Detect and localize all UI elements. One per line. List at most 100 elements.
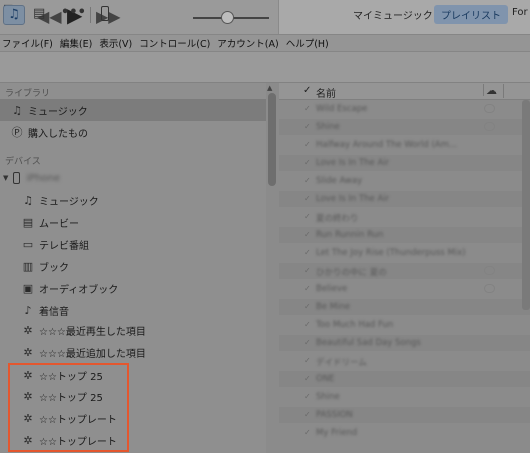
row-checkbox[interactable]: ✓	[304, 392, 311, 401]
column-header-name[interactable]: 名前	[316, 85, 336, 100]
cloud-status-icon	[484, 122, 495, 131]
song-name: ONE	[316, 374, 335, 384]
table-row[interactable]: ✓ Slide Away	[279, 173, 530, 189]
row-checkbox[interactable]: ✓	[304, 410, 311, 419]
song-name: My Friend	[316, 428, 358, 438]
sidebar-item-device[interactable]: ▼ iPhone	[0, 167, 266, 189]
tab-playlist[interactable]: プレイリスト	[434, 5, 508, 24]
table-row[interactable]: ✓ デイドリーム	[279, 353, 530, 369]
cloud-status-icon	[484, 266, 495, 275]
music-note-icon: ♫	[12, 103, 22, 117]
column-header-check[interactable]: ✓	[303, 85, 311, 96]
smart-playlist-gear-icon: ✲	[23, 345, 33, 359]
menu-bar: ファイル(F) 編集(E) 表示(V) コントロール(C) アカウント(A) ヘ…	[0, 34, 530, 52]
song-name: Let The Joy Rise (Thunderpuss Mix)	[316, 248, 466, 258]
row-checkbox[interactable]: ✓	[304, 428, 311, 437]
sidebar-item-label: ミュージック	[28, 106, 88, 118]
menu-controls[interactable]: コントロール(C)	[139, 36, 210, 50]
table-row[interactable]: ✓ PASSION	[279, 407, 530, 423]
book-icon: ▥	[22, 259, 34, 273]
menu-account[interactable]: アカウント(A)	[217, 36, 278, 50]
sidebar-item-movies[interactable]: ▤ ムービー	[0, 211, 266, 233]
table-row[interactable]: ✓ Run Runnin Run	[279, 227, 530, 243]
device-icon[interactable]	[101, 6, 109, 21]
table-row[interactable]: ✓ Believe	[279, 281, 530, 297]
table-row[interactable]: ✓ Love Is In The Air	[279, 155, 530, 171]
list-scrollbar-thumb[interactable]	[522, 100, 530, 310]
sidebar-item-tones[interactable]: ♪ 着信音	[0, 299, 266, 321]
row-checkbox[interactable]: ✓	[304, 158, 311, 167]
menu-view[interactable]: 表示(V)	[99, 36, 132, 50]
sidebar-scrollbar-thumb[interactable]	[268, 93, 276, 186]
sidebar-item-label: 購入したもの	[28, 128, 88, 140]
row-checkbox[interactable]: ✓	[304, 176, 311, 185]
cloud-status-icon	[484, 104, 495, 113]
row-checkbox[interactable]: ✓	[304, 356, 311, 365]
column-header-more[interactable]	[503, 84, 530, 98]
song-name: 夏の終わり	[316, 214, 359, 224]
device-name: iPhone	[26, 172, 61, 184]
table-row[interactable]: ✓ Beautiful Sad Day Songs	[279, 335, 530, 351]
song-name: Believe	[316, 284, 348, 294]
smart-playlist-gear-icon: ✲	[23, 323, 33, 337]
disclosure-triangle-icon[interactable]: ▼	[3, 174, 8, 182]
table-row[interactable]: ✓ Wild Escape	[279, 101, 530, 117]
music-note-icon: ♫	[23, 193, 33, 207]
row-checkbox[interactable]: ✓	[304, 248, 311, 257]
row-checkbox[interactable]: ✓	[304, 302, 311, 311]
row-checkbox[interactable]: ✓	[304, 320, 311, 329]
tab-for-you[interactable]: For	[512, 7, 528, 18]
sidebar-item-purchased[interactable]: Ⓟ 購入したもの	[0, 121, 266, 143]
film-icon[interactable]: ▤	[33, 6, 45, 21]
sidebar-item-tv-shows[interactable]: ▭ テレビ番組	[0, 233, 266, 255]
table-row[interactable]: ✓ Shine	[279, 389, 530, 405]
table-row[interactable]: ✓ 夏の終わり	[279, 209, 530, 225]
row-checkbox[interactable]: ✓	[304, 212, 311, 221]
row-checkbox[interactable]: ✓	[304, 266, 311, 275]
sidebar-item-label: ミュージック	[39, 196, 99, 208]
song-name: デイドリーム	[316, 358, 367, 368]
sidebar-item-label: オーディオブック	[39, 284, 119, 296]
row-checkbox[interactable]: ✓	[304, 140, 311, 149]
table-row[interactable]: ✓ ONE	[279, 371, 530, 387]
table-row[interactable]: ✓ Be Mine	[279, 299, 530, 315]
menu-file[interactable]: ファイル(F)	[2, 36, 53, 50]
row-checkbox[interactable]: ✓	[304, 104, 311, 113]
volume-slider-knob[interactable]	[221, 11, 234, 24]
sidebar-item-label: ☆☆☆最近追加した項目	[39, 348, 146, 360]
row-checkbox[interactable]: ✓	[304, 230, 311, 239]
row-checkbox[interactable]: ✓	[304, 338, 311, 347]
sidebar-item-recently-played[interactable]: ✲ ☆☆☆最近再生した項目	[0, 319, 266, 341]
row-checkbox[interactable]: ✓	[304, 374, 311, 383]
sidebar-item-label: ムービー	[39, 218, 79, 230]
tab-my-music[interactable]: マイミュージック	[353, 7, 433, 22]
cloud-icon[interactable]: ☁	[483, 84, 501, 97]
more-icon[interactable]: •••	[61, 5, 86, 20]
song-name: Be Mine	[316, 302, 351, 312]
table-row[interactable]: ✓ Too Much Had Fun	[279, 317, 530, 333]
sidebar-item-music[interactable]: ♫ ミュージック	[0, 99, 266, 121]
row-checkbox[interactable]: ✓	[304, 122, 311, 131]
song-name: ひかりの中に 夏の	[316, 268, 387, 278]
toolbar	[0, 52, 530, 83]
song-name: Love Is In The Air	[316, 158, 390, 168]
sidebar-item-recently-added[interactable]: ✲ ☆☆☆最近追加した項目	[0, 341, 266, 363]
scroll-up-arrow-icon[interactable]: ▲	[267, 84, 272, 92]
row-checkbox[interactable]: ✓	[304, 194, 311, 203]
menu-edit[interactable]: 編集(E)	[60, 36, 92, 50]
menu-help[interactable]: ヘルプ(H)	[286, 36, 329, 50]
table-row[interactable]: ✓ ひかりの中に 夏の	[279, 263, 530, 279]
sidebar-item-audiobooks[interactable]: ▣ オーディオブック	[0, 277, 266, 299]
sidebar-item-device-music[interactable]: ♫ ミュージック	[0, 189, 266, 211]
iphone-icon	[13, 172, 21, 184]
table-row[interactable]: ✓ My Friend	[279, 425, 530, 441]
table-row[interactable]: ✓ Let The Joy Rise (Thunderpuss Mix)	[279, 245, 530, 261]
sidebar-item-books[interactable]: ▥ ブック	[0, 255, 266, 277]
row-checkbox[interactable]: ✓	[304, 284, 311, 293]
table-row[interactable]: ✓ Halfway Around The World (Am...	[279, 137, 530, 153]
table-row[interactable]: ✓ Shine	[279, 119, 530, 135]
music-note-icon[interactable]: ♫	[3, 5, 25, 25]
table-row[interactable]: ✓ Love Is In The Air	[279, 191, 530, 207]
cloud-status-icon	[484, 284, 495, 293]
sidebar-item-label: テレビ番組	[39, 240, 89, 252]
